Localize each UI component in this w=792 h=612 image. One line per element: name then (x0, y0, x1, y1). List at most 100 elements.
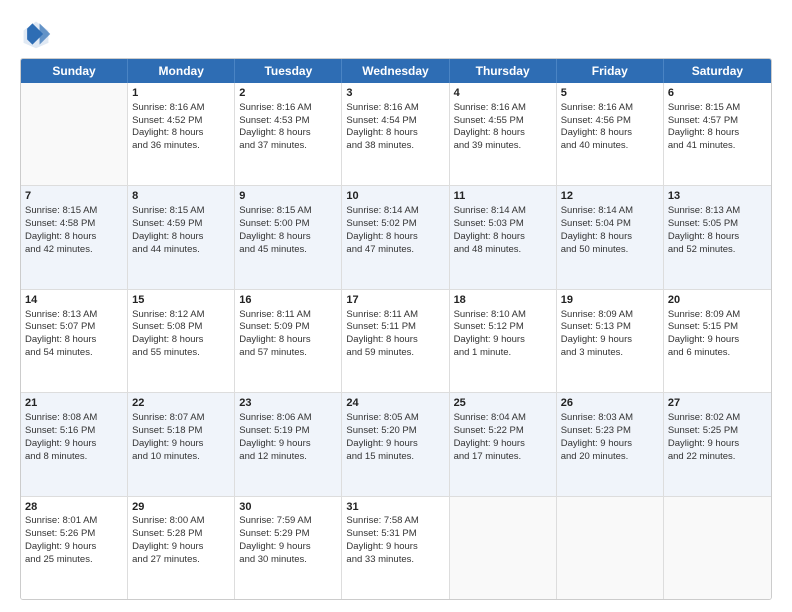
cell-line: Sunrise: 8:11 AM (239, 309, 337, 322)
day-number: 16 (239, 293, 337, 308)
cal-cell-day-30: 30Sunrise: 7:59 AMSunset: 5:29 PMDayligh… (235, 497, 342, 599)
cell-line: and 47 minutes. (346, 244, 444, 257)
day-number: 6 (668, 86, 767, 101)
cell-line: Daylight: 9 hours (132, 438, 230, 451)
cell-line: Sunrise: 8:00 AM (132, 515, 230, 528)
cell-line: and 17 minutes. (454, 451, 552, 464)
cal-cell-day-24: 24Sunrise: 8:05 AMSunset: 5:20 PMDayligh… (342, 393, 449, 495)
day-number: 19 (561, 293, 659, 308)
cell-line: and 52 minutes. (668, 244, 767, 257)
cell-line: and 10 minutes. (132, 451, 230, 464)
day-number: 25 (454, 396, 552, 411)
cell-line: Daylight: 9 hours (132, 541, 230, 554)
cell-line: Daylight: 9 hours (454, 438, 552, 451)
cell-line: Daylight: 9 hours (25, 438, 123, 451)
cell-line: and 36 minutes. (132, 140, 230, 153)
cell-line: Sunset: 5:11 PM (346, 321, 444, 334)
day-number: 23 (239, 396, 337, 411)
cell-line: Sunset: 5:22 PM (454, 425, 552, 438)
cell-line: Sunset: 5:02 PM (346, 218, 444, 231)
cell-line: Daylight: 9 hours (25, 541, 123, 554)
day-number: 12 (561, 189, 659, 204)
cal-cell-day-12: 12Sunrise: 8:14 AMSunset: 5:04 PMDayligh… (557, 186, 664, 288)
cell-line: Daylight: 9 hours (668, 334, 767, 347)
cell-line: Sunrise: 8:07 AM (132, 412, 230, 425)
day-number: 13 (668, 189, 767, 204)
day-number: 5 (561, 86, 659, 101)
cal-cell-day-11: 11Sunrise: 8:14 AMSunset: 5:03 PMDayligh… (450, 186, 557, 288)
cal-cell-day-17: 17Sunrise: 8:11 AMSunset: 5:11 PMDayligh… (342, 290, 449, 392)
cell-line: Daylight: 8 hours (346, 127, 444, 140)
cell-line: Sunrise: 8:16 AM (239, 102, 337, 115)
cal-cell-day-8: 8Sunrise: 8:15 AMSunset: 4:59 PMDaylight… (128, 186, 235, 288)
header-day-friday: Friday (557, 59, 664, 83)
cal-cell-day-27: 27Sunrise: 8:02 AMSunset: 5:25 PMDayligh… (664, 393, 771, 495)
cal-cell-day-15: 15Sunrise: 8:12 AMSunset: 5:08 PMDayligh… (128, 290, 235, 392)
cell-line: Daylight: 8 hours (239, 334, 337, 347)
day-number: 27 (668, 396, 767, 411)
cell-line: and 6 minutes. (668, 347, 767, 360)
header-day-saturday: Saturday (664, 59, 771, 83)
day-number: 10 (346, 189, 444, 204)
cell-line: Daylight: 8 hours (25, 231, 123, 244)
header-day-monday: Monday (128, 59, 235, 83)
cell-line: Sunset: 5:00 PM (239, 218, 337, 231)
cell-line: Daylight: 8 hours (454, 231, 552, 244)
day-number: 20 (668, 293, 767, 308)
calendar-week-3: 14Sunrise: 8:13 AMSunset: 5:07 PMDayligh… (21, 290, 771, 393)
cell-line: Sunrise: 8:16 AM (454, 102, 552, 115)
cell-line: and 40 minutes. (561, 140, 659, 153)
cal-cell-empty (557, 497, 664, 599)
cell-line: Daylight: 8 hours (132, 334, 230, 347)
cell-line: Sunset: 5:20 PM (346, 425, 444, 438)
cal-cell-day-6: 6Sunrise: 8:15 AMSunset: 4:57 PMDaylight… (664, 83, 771, 185)
cell-line: and 39 minutes. (454, 140, 552, 153)
day-number: 24 (346, 396, 444, 411)
cell-line: Sunrise: 7:58 AM (346, 515, 444, 528)
cell-line: Daylight: 9 hours (561, 334, 659, 347)
logo-icon (20, 18, 52, 50)
cell-line: and 57 minutes. (239, 347, 337, 360)
cell-line: Sunset: 5:07 PM (25, 321, 123, 334)
cell-line: Daylight: 8 hours (25, 334, 123, 347)
cell-line: Sunrise: 8:06 AM (239, 412, 337, 425)
cell-line: Daylight: 8 hours (561, 127, 659, 140)
cell-line: Sunrise: 8:16 AM (132, 102, 230, 115)
day-number: 2 (239, 86, 337, 101)
cal-cell-day-29: 29Sunrise: 8:00 AMSunset: 5:28 PMDayligh… (128, 497, 235, 599)
calendar-header: SundayMondayTuesdayWednesdayThursdayFrid… (21, 59, 771, 83)
cell-line: Sunset: 5:29 PM (239, 528, 337, 541)
cell-line: Sunrise: 8:15 AM (132, 205, 230, 218)
header-day-wednesday: Wednesday (342, 59, 449, 83)
cal-cell-day-13: 13Sunrise: 8:13 AMSunset: 5:05 PMDayligh… (664, 186, 771, 288)
cell-line: and 37 minutes. (239, 140, 337, 153)
cell-line: Sunset: 4:57 PM (668, 115, 767, 128)
cell-line: Sunrise: 8:14 AM (561, 205, 659, 218)
cell-line: Sunrise: 8:13 AM (25, 309, 123, 322)
cal-cell-empty (21, 83, 128, 185)
cell-line: and 33 minutes. (346, 554, 444, 567)
cell-line: Sunset: 5:05 PM (668, 218, 767, 231)
day-number: 8 (132, 189, 230, 204)
cell-line: Sunset: 5:04 PM (561, 218, 659, 231)
page: SundayMondayTuesdayWednesdayThursdayFrid… (0, 0, 792, 612)
cell-line: Sunset: 4:55 PM (454, 115, 552, 128)
cell-line: Sunset: 4:58 PM (25, 218, 123, 231)
cell-line: and 8 minutes. (25, 451, 123, 464)
day-number: 15 (132, 293, 230, 308)
cell-line: Sunrise: 8:09 AM (668, 309, 767, 322)
cal-cell-day-14: 14Sunrise: 8:13 AMSunset: 5:07 PMDayligh… (21, 290, 128, 392)
cell-line: and 54 minutes. (25, 347, 123, 360)
calendar-week-2: 7Sunrise: 8:15 AMSunset: 4:58 PMDaylight… (21, 186, 771, 289)
cal-cell-day-26: 26Sunrise: 8:03 AMSunset: 5:23 PMDayligh… (557, 393, 664, 495)
calendar-week-4: 21Sunrise: 8:08 AMSunset: 5:16 PMDayligh… (21, 393, 771, 496)
cell-line: and 12 minutes. (239, 451, 337, 464)
cell-line: Sunrise: 8:03 AM (561, 412, 659, 425)
cell-line: and 41 minutes. (668, 140, 767, 153)
cell-line: Sunset: 5:16 PM (25, 425, 123, 438)
cal-cell-day-10: 10Sunrise: 8:14 AMSunset: 5:02 PMDayligh… (342, 186, 449, 288)
cell-line: and 45 minutes. (239, 244, 337, 257)
cal-cell-day-9: 9Sunrise: 8:15 AMSunset: 5:00 PMDaylight… (235, 186, 342, 288)
cell-line: Sunset: 5:18 PM (132, 425, 230, 438)
cell-line: Daylight: 9 hours (454, 334, 552, 347)
